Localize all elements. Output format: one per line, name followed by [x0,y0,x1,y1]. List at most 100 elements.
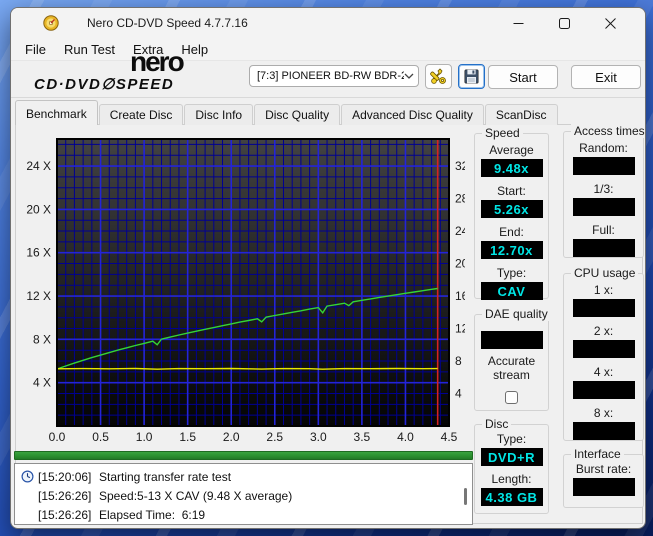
svg-text:12 X: 12 X [26,289,51,303]
cpu-1x-value [573,299,635,317]
disc-panel: Disc Type: DVD+R Length: 4.38 GB [474,424,549,514]
svg-text:1.0: 1.0 [136,430,153,443]
tab-create-disc[interactable]: Create Disc [99,104,184,125]
progress-bar [14,451,473,460]
accurate-stream-checkbox[interactable] [505,391,518,404]
close-button[interactable] [587,8,633,38]
access-third-value [573,198,635,216]
svg-text:4.0: 4.0 [397,430,414,443]
svg-text:2.0: 2.0 [223,430,240,443]
cpu-2x-label: 2 x: [594,324,613,338]
speed-panel: Speed Average 9.48x Start: 5.26x End: 12… [474,133,549,299]
floppy-save-icon [464,69,479,84]
burst-rate-value [573,478,635,496]
accurate-stream-label2: stream [480,368,544,382]
window-title: Nero CD-DVD Speed 4.7.7.16 [87,16,248,30]
log-scrollbar-thumb[interactable] [464,488,467,505]
access-random-label: Random: [579,141,628,155]
tab-advanced-disc-quality[interactable]: Advanced Disc Quality [341,104,484,125]
log-row: [15:26:26] Speed:5-13 X CAV (9.48 X aver… [21,486,462,505]
app-window: Nero CD-DVD Speed 4.7.7.16 File Run Test… [10,7,646,529]
access-third-label: 1/3: [593,182,613,196]
app-icon [43,15,59,31]
toolbar: nero CD·DVD∅SPEED [7:3] PIONEER BD-RW BD… [11,61,645,98]
options-button[interactable] [425,64,452,89]
svg-text:20: 20 [455,257,465,271]
drive-select[interactable]: [7:3] PIONEER BD-RW BDR-212D 1.03 [249,65,419,87]
interface-panel: Interface Burst rate: [563,454,644,508]
speed-type-value: CAV [481,282,543,300]
log-message: Elapsed Time: 6:19 [99,508,205,522]
svg-text:28: 28 [455,192,465,206]
access-times-title: Access times [571,124,646,138]
tools-icon [430,68,447,85]
cpu-8x-value [573,422,635,440]
svg-text:24 X: 24 X [26,159,51,173]
svg-text:12: 12 [455,322,465,336]
svg-text:3.5: 3.5 [354,430,371,443]
maximize-icon [559,18,570,29]
svg-text:2.5: 2.5 [266,430,283,443]
dae-quality-value [481,331,543,349]
disc-length-value: 4.38 GB [481,488,543,506]
log-message: Starting transfer rate test [99,470,231,484]
speed-average-label: Average [489,143,533,157]
disc-type-value: DVD+R [481,448,543,466]
tab-benchmark[interactable]: Benchmark [15,100,98,125]
nero-logo: nero CD·DVD∅SPEED [34,49,236,95]
cpu-4x-value [573,381,635,399]
start-button[interactable]: Start [488,65,558,89]
minimize-button[interactable] [495,8,541,38]
dae-quality-title: DAE quality [482,307,551,321]
disc-type-label: Type: [497,432,526,446]
disc-panel-title: Disc [482,417,511,431]
exit-button[interactable]: Exit [571,65,641,89]
svg-text:4.5: 4.5 [441,430,458,443]
tab-disc-quality[interactable]: Disc Quality [254,104,340,125]
tab-scandisc[interactable]: ScanDisc [485,104,558,125]
svg-text:32: 32 [455,159,465,173]
speed-average-value: 9.48x [481,159,543,177]
svg-text:3.0: 3.0 [310,430,327,443]
drive-select-value: [7:3] PIONEER BD-RW BDR-212D 1.03 [257,70,404,82]
svg-text:4 X: 4 X [33,376,51,390]
disc-length-label: Length: [491,472,531,486]
cpu-2x-value [573,340,635,358]
svg-text:0.5: 0.5 [92,430,109,443]
cpu-usage-title: CPU usage [571,266,638,280]
log-row: [15:26:26] Elapsed Time: 6:19 [21,505,462,524]
svg-text:24: 24 [455,224,465,238]
clock-icon [21,470,38,483]
tab-disc-info[interactable]: Disc Info [184,104,253,125]
close-icon [605,18,616,29]
log-row: [15:20:06] Starting transfer rate test [21,467,462,486]
accurate-stream-label: Accurate [480,354,544,368]
svg-text:16: 16 [455,289,465,303]
speed-end-label: End: [499,225,524,239]
cpu-4x-label: 4 x: [594,365,613,379]
interface-title: Interface [571,447,624,461]
access-times-panel: Access times Random: 1/3: Full: [563,131,644,258]
cpu-1x-label: 1 x: [594,283,613,297]
minimize-icon [513,18,524,29]
speed-end-value: 12.70x [481,241,543,259]
speed-type-label: Type: [497,266,526,280]
svg-text:8: 8 [455,354,462,368]
svg-text:8 X: 8 X [33,332,51,346]
access-random-value [573,157,635,175]
speed-start-value: 5.26x [481,200,543,218]
dae-quality-panel: DAE quality Accurate stream [474,314,549,411]
speed-start-label: Start: [497,184,526,198]
svg-text:1.5: 1.5 [179,430,196,443]
nero-logo-wordmark: nero [130,49,183,75]
save-button[interactable] [458,64,485,89]
svg-text:4: 4 [455,387,462,401]
burst-rate-label: Burst rate: [576,462,631,476]
nero-logo-subtitle: CD·DVD∅SPEED [34,75,174,93]
speed-panel-title: Speed [482,126,523,140]
log-box: [15:20:06] Starting transfer rate test [… [14,463,473,525]
maximize-button[interactable] [541,8,587,38]
log-timestamp: [15:26:26] [38,508,99,522]
log-message: Speed:5-13 X CAV (9.48 X average) [99,489,292,503]
access-full-value [573,239,635,257]
